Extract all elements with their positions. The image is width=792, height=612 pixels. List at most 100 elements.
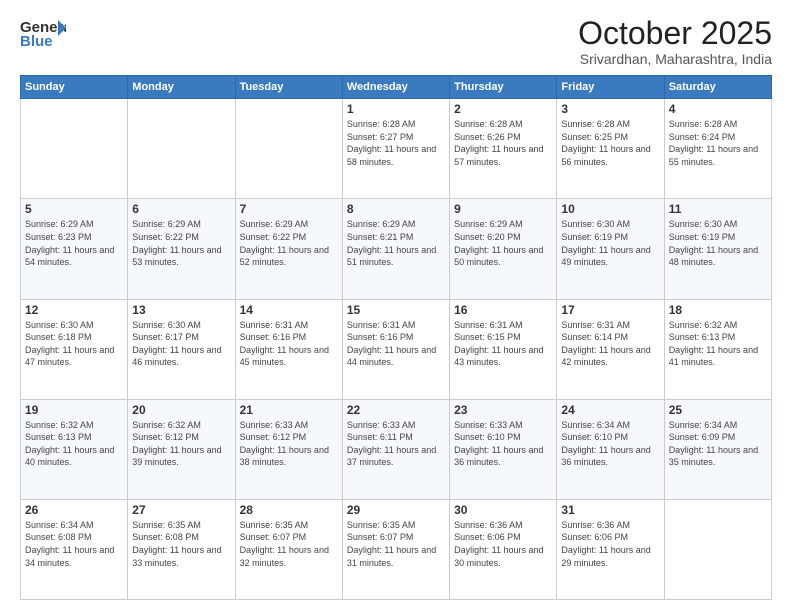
table-cell <box>128 99 235 199</box>
table-cell: 21 Sunrise: 6:33 AMSunset: 6:12 PMDaylig… <box>235 399 342 499</box>
table-cell: 24 Sunrise: 6:34 AMSunset: 6:10 PMDaylig… <box>557 399 664 499</box>
day-number: 11 <box>669 202 767 216</box>
table-cell: 1 Sunrise: 6:28 AMSunset: 6:27 PMDayligh… <box>342 99 449 199</box>
day-info: Sunrise: 6:30 AMSunset: 6:19 PMDaylight:… <box>669 218 767 268</box>
table-cell: 16 Sunrise: 6:31 AMSunset: 6:15 PMDaylig… <box>450 299 557 399</box>
week-row-2: 12 Sunrise: 6:30 AMSunset: 6:18 PMDaylig… <box>21 299 772 399</box>
table-cell: 10 Sunrise: 6:30 AMSunset: 6:19 PMDaylig… <box>557 199 664 299</box>
col-tuesday: Tuesday <box>235 76 342 99</box>
col-sunday: Sunday <box>21 76 128 99</box>
table-cell: 30 Sunrise: 6:36 AMSunset: 6:06 PMDaylig… <box>450 499 557 599</box>
day-number: 30 <box>454 503 552 517</box>
day-number: 4 <box>669 102 767 116</box>
table-cell: 29 Sunrise: 6:35 AMSunset: 6:07 PMDaylig… <box>342 499 449 599</box>
day-number: 13 <box>132 303 230 317</box>
day-number: 27 <box>132 503 230 517</box>
day-number: 12 <box>25 303 123 317</box>
table-cell <box>21 99 128 199</box>
table-cell: 18 Sunrise: 6:32 AMSunset: 6:13 PMDaylig… <box>664 299 771 399</box>
day-number: 24 <box>561 403 659 417</box>
day-number: 25 <box>669 403 767 417</box>
table-cell <box>235 99 342 199</box>
day-info: Sunrise: 6:30 AMSunset: 6:17 PMDaylight:… <box>132 319 230 369</box>
day-info: Sunrise: 6:28 AMSunset: 6:26 PMDaylight:… <box>454 118 552 168</box>
day-number: 8 <box>347 202 445 216</box>
day-info: Sunrise: 6:28 AMSunset: 6:24 PMDaylight:… <box>669 118 767 168</box>
day-number: 31 <box>561 503 659 517</box>
title-area: October 2025 Srivardhan, Maharashtra, In… <box>578 16 772 67</box>
day-number: 28 <box>240 503 338 517</box>
day-number: 20 <box>132 403 230 417</box>
table-cell: 3 Sunrise: 6:28 AMSunset: 6:25 PMDayligh… <box>557 99 664 199</box>
day-info: Sunrise: 6:33 AMSunset: 6:10 PMDaylight:… <box>454 419 552 469</box>
day-info: Sunrise: 6:34 AMSunset: 6:10 PMDaylight:… <box>561 419 659 469</box>
day-info: Sunrise: 6:31 AMSunset: 6:14 PMDaylight:… <box>561 319 659 369</box>
day-number: 14 <box>240 303 338 317</box>
table-cell: 31 Sunrise: 6:36 AMSunset: 6:06 PMDaylig… <box>557 499 664 599</box>
col-friday: Friday <box>557 76 664 99</box>
day-info: Sunrise: 6:32 AMSunset: 6:13 PMDaylight:… <box>669 319 767 369</box>
col-saturday: Saturday <box>664 76 771 99</box>
day-number: 29 <box>347 503 445 517</box>
day-info: Sunrise: 6:35 AMSunset: 6:08 PMDaylight:… <box>132 519 230 569</box>
day-info: Sunrise: 6:36 AMSunset: 6:06 PMDaylight:… <box>454 519 552 569</box>
day-info: Sunrise: 6:32 AMSunset: 6:13 PMDaylight:… <box>25 419 123 469</box>
day-info: Sunrise: 6:28 AMSunset: 6:27 PMDaylight:… <box>347 118 445 168</box>
table-cell: 28 Sunrise: 6:35 AMSunset: 6:07 PMDaylig… <box>235 499 342 599</box>
table-cell: 11 Sunrise: 6:30 AMSunset: 6:19 PMDaylig… <box>664 199 771 299</box>
day-info: Sunrise: 6:29 AMSunset: 6:22 PMDaylight:… <box>240 218 338 268</box>
week-row-3: 19 Sunrise: 6:32 AMSunset: 6:13 PMDaylig… <box>21 399 772 499</box>
table-cell: 2 Sunrise: 6:28 AMSunset: 6:26 PMDayligh… <box>450 99 557 199</box>
day-info: Sunrise: 6:31 AMSunset: 6:16 PMDaylight:… <box>347 319 445 369</box>
day-number: 6 <box>132 202 230 216</box>
table-cell: 4 Sunrise: 6:28 AMSunset: 6:24 PMDayligh… <box>664 99 771 199</box>
table-cell: 25 Sunrise: 6:34 AMSunset: 6:09 PMDaylig… <box>664 399 771 499</box>
page: General Blue October 2025 Srivardhan, Ma… <box>0 0 792 612</box>
table-cell: 9 Sunrise: 6:29 AMSunset: 6:20 PMDayligh… <box>450 199 557 299</box>
table-cell: 7 Sunrise: 6:29 AMSunset: 6:22 PMDayligh… <box>235 199 342 299</box>
logo: General Blue <box>20 16 66 59</box>
month-title: October 2025 <box>578 16 772 51</box>
day-number: 22 <box>347 403 445 417</box>
day-number: 17 <box>561 303 659 317</box>
table-cell: 6 Sunrise: 6:29 AMSunset: 6:22 PMDayligh… <box>128 199 235 299</box>
week-row-1: 5 Sunrise: 6:29 AMSunset: 6:23 PMDayligh… <box>21 199 772 299</box>
svg-text:Blue: Blue <box>20 33 53 50</box>
table-cell: 17 Sunrise: 6:31 AMSunset: 6:14 PMDaylig… <box>557 299 664 399</box>
calendar-table: Sunday Monday Tuesday Wednesday Thursday… <box>20 75 772 600</box>
table-cell: 15 Sunrise: 6:31 AMSunset: 6:16 PMDaylig… <box>342 299 449 399</box>
day-info: Sunrise: 6:34 AMSunset: 6:08 PMDaylight:… <box>25 519 123 569</box>
header: General Blue October 2025 Srivardhan, Ma… <box>20 16 772 67</box>
day-info: Sunrise: 6:33 AMSunset: 6:12 PMDaylight:… <box>240 419 338 469</box>
day-number: 21 <box>240 403 338 417</box>
col-wednesday: Wednesday <box>342 76 449 99</box>
table-cell: 26 Sunrise: 6:34 AMSunset: 6:08 PMDaylig… <box>21 499 128 599</box>
day-info: Sunrise: 6:29 AMSunset: 6:23 PMDaylight:… <box>25 218 123 268</box>
day-number: 1 <box>347 102 445 116</box>
calendar-header-row: Sunday Monday Tuesday Wednesday Thursday… <box>21 76 772 99</box>
table-cell: 20 Sunrise: 6:32 AMSunset: 6:12 PMDaylig… <box>128 399 235 499</box>
day-info: Sunrise: 6:32 AMSunset: 6:12 PMDaylight:… <box>132 419 230 469</box>
subtitle: Srivardhan, Maharashtra, India <box>578 51 772 67</box>
table-cell: 12 Sunrise: 6:30 AMSunset: 6:18 PMDaylig… <box>21 299 128 399</box>
table-cell: 5 Sunrise: 6:29 AMSunset: 6:23 PMDayligh… <box>21 199 128 299</box>
day-info: Sunrise: 6:30 AMSunset: 6:19 PMDaylight:… <box>561 218 659 268</box>
day-info: Sunrise: 6:29 AMSunset: 6:21 PMDaylight:… <box>347 218 445 268</box>
day-number: 3 <box>561 102 659 116</box>
col-thursday: Thursday <box>450 76 557 99</box>
day-info: Sunrise: 6:31 AMSunset: 6:16 PMDaylight:… <box>240 319 338 369</box>
day-number: 15 <box>347 303 445 317</box>
week-row-0: 1 Sunrise: 6:28 AMSunset: 6:27 PMDayligh… <box>21 99 772 199</box>
day-info: Sunrise: 6:35 AMSunset: 6:07 PMDaylight:… <box>240 519 338 569</box>
day-number: 26 <box>25 503 123 517</box>
week-row-4: 26 Sunrise: 6:34 AMSunset: 6:08 PMDaylig… <box>21 499 772 599</box>
table-cell: 13 Sunrise: 6:30 AMSunset: 6:17 PMDaylig… <box>128 299 235 399</box>
day-number: 7 <box>240 202 338 216</box>
table-cell: 19 Sunrise: 6:32 AMSunset: 6:13 PMDaylig… <box>21 399 128 499</box>
day-number: 23 <box>454 403 552 417</box>
day-info: Sunrise: 6:28 AMSunset: 6:25 PMDaylight:… <box>561 118 659 168</box>
day-info: Sunrise: 6:31 AMSunset: 6:15 PMDaylight:… <box>454 319 552 369</box>
day-info: Sunrise: 6:36 AMSunset: 6:06 PMDaylight:… <box>561 519 659 569</box>
table-cell: 14 Sunrise: 6:31 AMSunset: 6:16 PMDaylig… <box>235 299 342 399</box>
day-info: Sunrise: 6:34 AMSunset: 6:09 PMDaylight:… <box>669 419 767 469</box>
